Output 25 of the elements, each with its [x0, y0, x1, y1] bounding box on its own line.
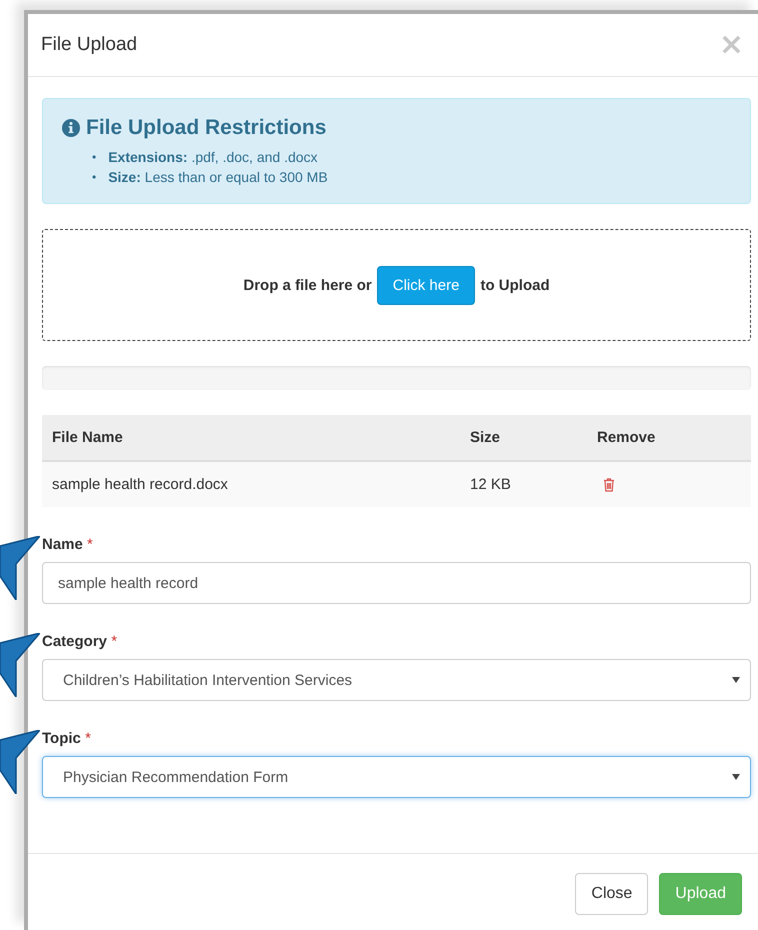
caret-icon	[732, 677, 740, 683]
field-label: Topic *	[42, 730, 92, 747]
column-header: File Name	[51, 429, 124, 446]
drop-text: Drop a file here or	[243, 276, 372, 294]
table-cell-text: sample health record.docx	[51, 476, 229, 493]
select-field[interactable]: Children’s Habilitation Intervention Services	[42, 659, 751, 701]
field-label: Name *	[42, 536, 94, 553]
table-cell-text: 12 KB	[469, 476, 512, 493]
close-button[interactable]: Close	[575, 873, 648, 915]
bullet: •	[92, 169, 96, 186]
bullet: •	[92, 149, 96, 166]
trash-icon[interactable]	[603, 478, 615, 492]
caret-icon	[732, 774, 740, 780]
dialog-title: File Upload	[41, 34, 138, 56]
select-field[interactable]: Physician Recommendation Form	[42, 756, 751, 798]
column-header: Remove	[596, 429, 656, 446]
field-label: Category *	[42, 633, 118, 650]
drop-text: to Upload	[480, 276, 550, 294]
restriction-text: Size: Less than or equal to 300 MB	[108, 168, 328, 187]
restriction-text: Extensions: .pdf, .doc, and .docx	[108, 148, 318, 167]
drop-zone[interactable]: Drop a file here or Click here to Upload	[42, 229, 751, 341]
info-icon	[62, 119, 80, 137]
info-title: File Upload Restrictions	[86, 116, 326, 140]
input-field[interactable]: sample health record	[42, 562, 751, 604]
column-header: Size	[469, 429, 502, 446]
